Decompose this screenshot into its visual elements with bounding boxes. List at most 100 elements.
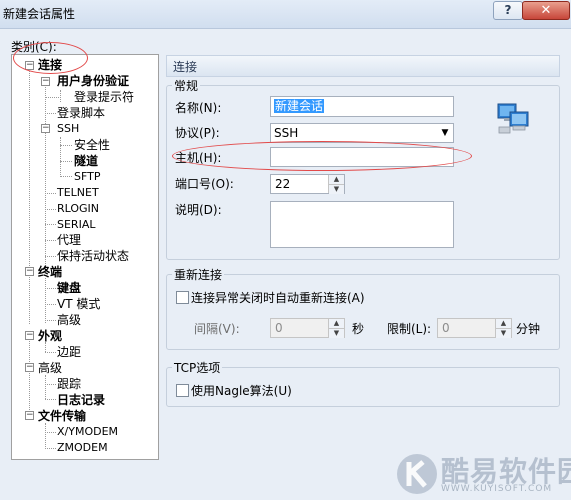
tree-line (45, 423, 46, 449)
description-textarea[interactable] (270, 201, 454, 248)
tree-line (45, 342, 46, 352)
spin-down-icon[interactable]: ▼ (496, 328, 511, 338)
tree-item-ssh[interactable]: SSH (57, 122, 79, 136)
spin-up-icon[interactable]: ▲ (329, 175, 344, 184)
close-button[interactable]: ✕ (522, 1, 570, 20)
protocol-label: 协议(P): (175, 126, 220, 140)
watermark: 酷易软件园 WWW.KUYISOFT.COM (395, 448, 571, 500)
tree-line (45, 375, 46, 399)
general-group-title: 常规 (172, 79, 201, 93)
nagle-checkbox[interactable] (176, 384, 189, 397)
panel-header-title: 连接 (173, 60, 198, 74)
tree-line (45, 432, 56, 433)
expand-toggle-ssh[interactable]: − (41, 124, 50, 133)
tree-item-tunnel[interactable]: 隧道 (74, 154, 98, 168)
tree-line (45, 209, 56, 210)
description-label: 说明(D): (175, 203, 222, 217)
watermark-url: WWW.KUYISOFT.COM (441, 484, 553, 494)
spin-down-icon[interactable]: ▼ (329, 328, 344, 338)
spin-down-icon[interactable]: ▼ (329, 184, 344, 194)
tree-line (45, 113, 56, 114)
nagle-label: 使用Nagle算法(U) (191, 384, 292, 398)
auto-reconnect-checkbox[interactable] (176, 291, 189, 304)
expand-toggle-file-transfer[interactable]: − (25, 411, 34, 420)
tree-item-terminal[interactable]: 终端 (38, 265, 62, 279)
spin-up-icon[interactable]: ▲ (329, 319, 344, 328)
annotation-ellipse-connection (13, 42, 88, 74)
category-tree[interactable]: − − − − − − − 连接 用户身份验证 登录提示符 登录脚本 SSH 安… (11, 54, 159, 460)
tree-line (29, 69, 30, 324)
tree-item-user-auth[interactable]: 用户身份验证 (57, 74, 129, 88)
minutes-label: 分钟 (516, 322, 541, 336)
expand-toggle-user-auth[interactable]: − (41, 77, 50, 86)
tree-item-appearance[interactable]: 外观 (38, 329, 62, 343)
limit-spin[interactable]: ▲ ▼ (495, 319, 511, 338)
tree-line (60, 137, 61, 177)
tree-line (60, 176, 72, 177)
tree-item-trace[interactable]: 跟踪 (57, 377, 81, 391)
tree-item-keepalive[interactable]: 保持活动状态 (57, 249, 129, 263)
annotation-ellipse-host (172, 141, 472, 171)
spin-up-icon[interactable]: ▲ (496, 319, 511, 328)
limit-stepper[interactable]: 0 ▲ ▼ (437, 318, 512, 338)
tree-item-log[interactable]: 日志记录 (57, 393, 105, 407)
tree-item-file-transfer[interactable]: 文件传输 (38, 409, 86, 423)
chevron-down-icon[interactable]: ▼ (437, 124, 453, 142)
tree-line (45, 193, 56, 194)
tree-item-sftp[interactable]: SFTP (74, 170, 100, 184)
tree-line (45, 288, 56, 289)
tree-item-serial[interactable]: SERIAL (57, 218, 95, 232)
expand-toggle-appearance[interactable]: − (25, 331, 34, 340)
protocol-select[interactable]: SSH ▼ (270, 123, 454, 143)
port-stepper[interactable]: 22 ▲ ▼ (270, 174, 345, 194)
tree-item-security[interactable]: 安全性 (74, 138, 110, 152)
tree-line (60, 145, 72, 146)
watermark-logo-icon (397, 454, 437, 494)
tree-item-rlogin[interactable]: RLOGIN (57, 202, 99, 216)
help-button[interactable]: ? (493, 1, 523, 20)
interval-spin[interactable]: ▲ ▼ (328, 319, 344, 338)
tree-item-telnet[interactable]: TELNET (57, 186, 99, 200)
expand-toggle-terminal[interactable]: − (25, 267, 34, 276)
protocol-select-value: SSH (274, 126, 299, 140)
title-bar: 新建会话属性 ? ✕ (0, 0, 571, 29)
port-spin[interactable]: ▲ ▼ (328, 175, 344, 194)
tree-item-advanced[interactable]: 高级 (38, 361, 62, 375)
tree-line (45, 399, 56, 400)
tree-item-login-prompt[interactable]: 登录提示符 (74, 90, 134, 104)
port-label: 端口号(O): (175, 177, 234, 191)
tree-line (45, 448, 56, 449)
tree-item-terminal-advanced[interactable]: 高级 (57, 313, 81, 327)
reconnect-group-title: 重新连接 (172, 268, 225, 282)
window-title: 新建会话属性 (3, 7, 76, 21)
expand-toggle-advanced[interactable]: − (25, 363, 34, 372)
auto-reconnect-label: 连接异常关闭时自动重新连接(A) (191, 291, 365, 305)
tree-line (45, 82, 46, 270)
tree-line (29, 338, 30, 418)
tree-line (45, 256, 56, 257)
tree-item-zmodem[interactable]: ZMODEM (57, 441, 108, 455)
tree-line (45, 304, 56, 305)
tree-line (60, 90, 61, 102)
tree-item-vt-mode[interactable]: VT 模式 (57, 297, 100, 311)
seconds-label: 秒 (352, 322, 365, 336)
limit-value: 0 (442, 321, 450, 335)
tree-line (45, 278, 46, 323)
interval-stepper[interactable]: 0 ▲ ▼ (270, 318, 345, 338)
tree-item-login-script[interactable]: 登录脚本 (57, 106, 105, 120)
tree-line (45, 224, 56, 225)
port-value: 22 (275, 177, 291, 191)
reconnect-group (166, 274, 560, 350)
tree-line (45, 352, 56, 353)
tree-item-proxy[interactable]: 代理 (57, 233, 81, 247)
tcp-options-title: TCP选项 (172, 361, 223, 375)
tree-item-xymodem[interactable]: X/YMODEM (57, 425, 118, 439)
tree-line (45, 97, 59, 98)
limit-label: 限制(L): (387, 322, 432, 336)
tree-line (45, 320, 56, 321)
tree-item-margin[interactable]: 边距 (57, 345, 81, 359)
tree-item-keyboard[interactable]: 键盘 (57, 281, 81, 295)
name-input[interactable]: 新建会话 (270, 96, 454, 117)
name-label: 名称(N): (175, 101, 222, 115)
panel-header: 连接 (166, 55, 560, 77)
